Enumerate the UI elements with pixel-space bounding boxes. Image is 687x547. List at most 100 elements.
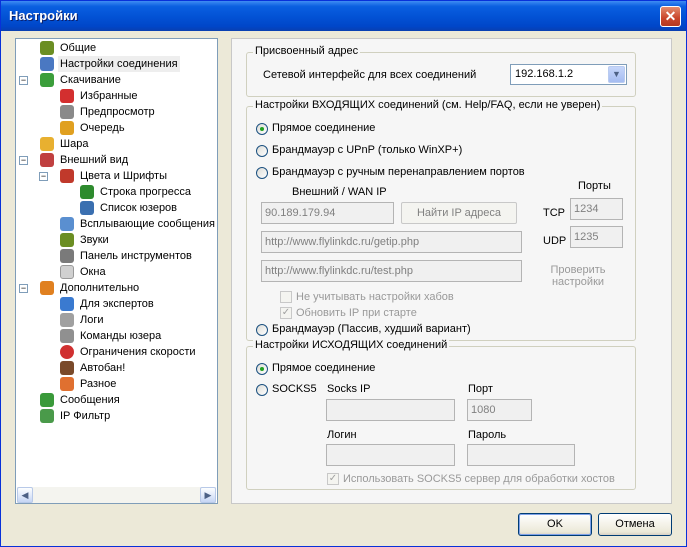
- find-ip-button[interactable]: Найти IP адреса: [401, 202, 517, 224]
- wan-ip-label: Внешний / WAN IP: [292, 186, 387, 198]
- use-socks-hosts-label: Использовать SOCKS5 сервер для обработки…: [343, 473, 615, 485]
- ports-label: Порты: [578, 180, 611, 192]
- tree-item-label: Команды юзера: [80, 330, 162, 342]
- tree-item-label: Строка прогресса: [100, 186, 192, 198]
- incoming-direct-radio[interactable]: [256, 123, 268, 135]
- password-field[interactable]: [467, 444, 575, 466]
- share-icon: [40, 137, 54, 151]
- outgoing-direct-label: Прямое соединение: [272, 362, 376, 374]
- tree-item-label: Дополнительно: [60, 282, 140, 294]
- windows-icon: [60, 265, 74, 279]
- incoming-manual-radio[interactable]: [256, 167, 268, 179]
- tree-item-label: Предпросмотр: [80, 106, 155, 118]
- misc-icon: [60, 377, 74, 391]
- scroll-right-icon[interactable]: ▶: [200, 487, 216, 503]
- tree-item-label: Общие: [60, 42, 97, 54]
- tree-item-label: Скачивание: [60, 74, 121, 86]
- tcp-label: TCP: [543, 207, 565, 219]
- tools-icon: [40, 41, 54, 55]
- update-ip-checkbox[interactable]: ✓: [280, 307, 292, 319]
- udp-port-field[interactable]: 1235: [570, 226, 623, 248]
- update-ip-label: Обновить IP при старте: [296, 307, 417, 319]
- password-label: Пароль: [468, 429, 507, 441]
- tree-item-label: Всплывающие сообщения: [80, 218, 215, 230]
- heart-icon: [60, 89, 74, 103]
- tree-horizontal-scrollbar[interactable]: ◀ ▶: [17, 487, 216, 503]
- tree-item-label: Автобан!: [80, 362, 126, 374]
- tree-item-label: IP Фильтр: [60, 410, 111, 422]
- incoming-upnp-radio[interactable]: [256, 145, 268, 157]
- chevron-down-icon[interactable]: ▼: [608, 66, 625, 83]
- popup-icon: [60, 217, 74, 231]
- check-settings-line2: настройки: [551, 276, 605, 288]
- messages-icon: [40, 393, 54, 407]
- interface-label: Сетевой интерфейс для всех соединений: [263, 69, 477, 81]
- tree-item-label: Окна: [80, 266, 106, 278]
- getip-url-field[interactable]: http://www.flylinkdc.ru/getip.php: [261, 231, 522, 253]
- wan-ip-field[interactable]: 90.189.179.94: [261, 202, 394, 224]
- assigned-address-group: Присвоенный адрес Сетевой интерфейс для …: [246, 45, 636, 97]
- ok-button[interactable]: OK: [518, 513, 592, 536]
- tree-item-label: Список юзеров: [100, 202, 178, 214]
- tree-item-label: Ограничения скорости: [80, 346, 196, 358]
- preview-icon: [60, 105, 74, 119]
- login-label: Логин: [327, 429, 357, 441]
- palette-icon: [60, 169, 74, 183]
- title-bar[interactable]: Настройки ✕: [1, 1, 686, 31]
- incoming-manual-label: Брандмауэр с ручным перенаправлением пор…: [272, 166, 525, 178]
- outgoing-direct-radio[interactable]: [256, 363, 268, 375]
- appearance-icon: [40, 153, 54, 167]
- scroll-left-icon[interactable]: ◀: [17, 487, 33, 503]
- expander-download[interactable]: −: [19, 76, 28, 85]
- tree-item-label: Цвета и Шрифты: [80, 170, 167, 182]
- tree-item-label: Настройки соединения: [58, 56, 180, 72]
- close-button[interactable]: ✕: [660, 6, 681, 27]
- ignore-hubs-label: Не учитывать настройки хабов: [296, 291, 454, 303]
- log-icon: [60, 313, 74, 327]
- expert-icon: [60, 297, 74, 311]
- expander-appearance[interactable]: −: [19, 156, 28, 165]
- incoming-passive-radio[interactable]: [256, 324, 268, 336]
- expander-colors[interactable]: −: [39, 172, 48, 181]
- expander-advanced[interactable]: −: [19, 284, 28, 293]
- use-socks-hosts-checkbox[interactable]: ✓: [327, 473, 339, 485]
- dialog-body: − − − − Общие Настройки соединения Скачи…: [4, 31, 683, 544]
- settings-tree[interactable]: − − − − Общие Настройки соединения Скачи…: [15, 38, 218, 504]
- socks-port-label: Порт: [468, 383, 493, 395]
- speed-limit-icon: [60, 345, 74, 359]
- tree-item-label: Очередь: [80, 122, 125, 134]
- progressbar-icon: [80, 185, 94, 199]
- download-icon: [40, 73, 54, 87]
- test-url-field[interactable]: http://www.flylinkdc.ru/test.php: [261, 260, 522, 282]
- socks-ip-field[interactable]: [326, 399, 455, 421]
- outgoing-title: Настройки ИСХОДЯЩИХ соединений: [253, 339, 450, 351]
- check-settings-button[interactable]: Проверить настройки: [547, 264, 609, 288]
- tree-item-label: Для экспертов: [80, 298, 154, 310]
- tree-item-label: Избранные: [80, 90, 138, 102]
- sound-icon: [60, 233, 74, 247]
- commands-icon: [60, 329, 74, 343]
- connection-settings-panel: Присвоенный адрес Сетевой интерфейс для …: [231, 38, 672, 504]
- incoming-title: Настройки ВХОДЯЩИХ соединений (см. Help/…: [253, 99, 603, 111]
- toolbar-icon: [60, 249, 74, 263]
- incoming-connections-group: Настройки ВХОДЯЩИХ соединений (см. Help/…: [246, 99, 636, 341]
- check-settings-line1: Проверить: [550, 264, 606, 276]
- login-field[interactable]: [326, 444, 455, 466]
- tcp-port-field[interactable]: 1234: [570, 198, 623, 220]
- interface-select[interactable]: 192.168.1.2 ▼: [510, 64, 627, 85]
- tree-item-label: Звуки: [80, 234, 109, 246]
- tree-item-label: Внешний вид: [60, 154, 129, 166]
- outgoing-connections-group: Настройки ИСХОДЯЩИХ соединений Прямое со…: [246, 339, 636, 490]
- socks-ip-label: Socks IP: [327, 383, 371, 395]
- tree-item-label: Разное: [80, 378, 117, 390]
- socks5-label: SOCKS5: [272, 383, 317, 395]
- cancel-button[interactable]: Отмена: [598, 513, 672, 536]
- tree-item-label: Панель инструментов: [80, 250, 192, 262]
- ignore-hubs-checkbox[interactable]: [280, 291, 292, 303]
- incoming-passive-label: Брандмауэр (Пассив, худший вариант): [272, 323, 471, 335]
- socks5-radio[interactable]: [256, 384, 268, 396]
- tree-item-label: Сообщения: [60, 394, 120, 406]
- socks-port-field[interactable]: 1080: [467, 399, 532, 421]
- assigned-address-title: Присвоенный адрес: [253, 45, 361, 57]
- advanced-icon: [40, 281, 54, 295]
